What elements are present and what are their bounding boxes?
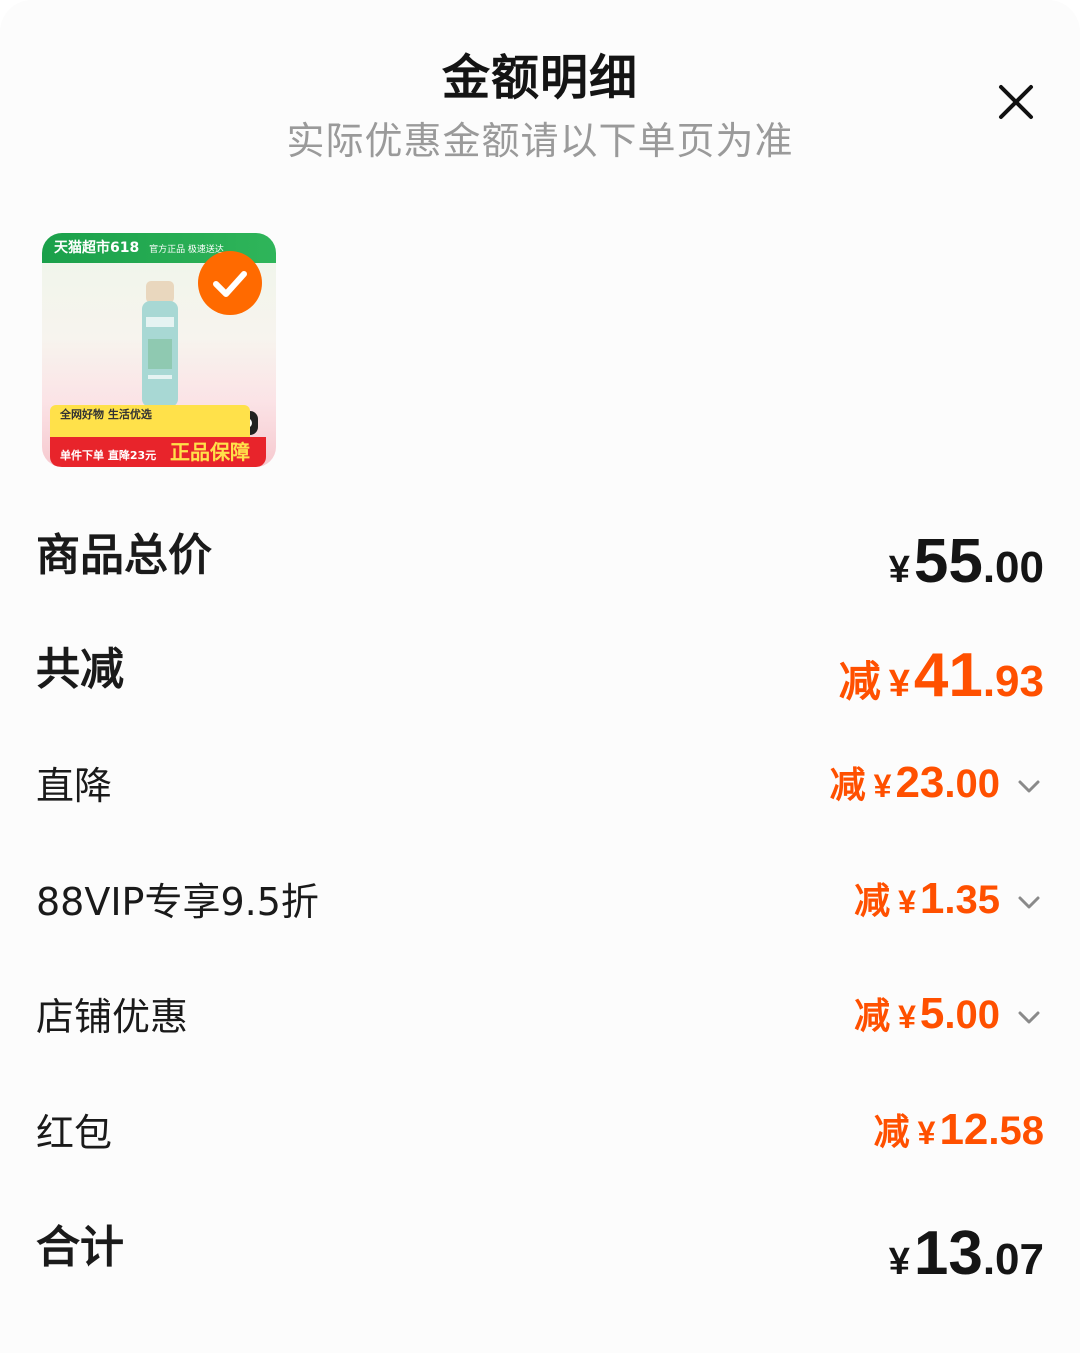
row-store-discount[interactable]: 店铺优惠 减 ¥ 5 .00 bbox=[36, 987, 1044, 1047]
currency-symbol: ¥ bbox=[888, 663, 910, 705]
chevron-down-icon[interactable] bbox=[1014, 887, 1044, 917]
currency-symbol: ¥ bbox=[888, 549, 910, 591]
currency-symbol: ¥ bbox=[898, 999, 916, 1035]
row-label: 红包 bbox=[36, 1111, 113, 1155]
row-amount: ¥ 13 .07 bbox=[889, 1218, 1044, 1288]
amount-integer: 55 bbox=[913, 527, 983, 596]
amount-decimal: .35 bbox=[944, 878, 1000, 922]
row-direct-discount[interactable]: 直降 减 ¥ 23 .00 bbox=[36, 756, 1044, 816]
row-label: 店铺优惠 bbox=[36, 995, 189, 1039]
sheet-title: 金额明细 bbox=[441, 50, 638, 106]
amount-decimal: .00 bbox=[982, 543, 1044, 592]
selected-check-icon bbox=[198, 251, 262, 315]
row-amount: 减 ¥ 12 .58 bbox=[874, 1103, 1044, 1163]
row-total-discount: 共减 减 ¥ 41 .93 bbox=[36, 640, 1044, 710]
amount-integer: 1 bbox=[919, 874, 945, 923]
amount-decimal: .58 bbox=[988, 1109, 1044, 1153]
discount-prefix: 减 bbox=[838, 657, 881, 706]
chevron-down-icon[interactable] bbox=[1014, 771, 1044, 801]
chevron-down-icon[interactable] bbox=[1014, 1002, 1044, 1032]
amount-decimal: .93 bbox=[982, 657, 1044, 706]
promo-line1: 全网好物 生活优选 bbox=[60, 408, 152, 421]
currency-symbol: ¥ bbox=[873, 768, 892, 804]
amount-decimal: .07 bbox=[982, 1235, 1044, 1284]
amount-decimal: .00 bbox=[944, 993, 1000, 1037]
close-icon[interactable] bbox=[992, 78, 1040, 126]
discount-prefix: 减 bbox=[829, 765, 866, 806]
discount-prefix: 减 bbox=[873, 1112, 910, 1153]
promo-red-strip: 单件下单 直降23元 正品保障 bbox=[50, 437, 266, 467]
promo-line2: 单件下单 直降23元 bbox=[60, 449, 157, 462]
amount-integer: 23 bbox=[895, 758, 945, 807]
row-88vip-discount[interactable]: 88VIP专享9.5折 减 ¥ 1 .35 bbox=[36, 872, 1044, 932]
amount-decimal: .00 bbox=[944, 762, 1000, 806]
row-amount: 减 ¥ 5 .00 bbox=[854, 987, 1044, 1047]
row-goods-total: 商品总价 ¥ 55 .00 bbox=[36, 526, 1044, 596]
amount-integer: 5 bbox=[919, 989, 945, 1038]
currency-symbol: ¥ bbox=[898, 884, 916, 920]
row-red-packet: 红包 减 ¥ 12 .58 bbox=[36, 1103, 1044, 1163]
row-amount: 减 ¥ 41 .93 bbox=[839, 640, 1044, 710]
promo-guarantee: 正品保障 bbox=[169, 440, 250, 464]
row-label: 合计 bbox=[36, 1222, 124, 1273]
row-grand-total: 合计 ¥ 13 .07 bbox=[36, 1218, 1044, 1288]
row-label: 直降 bbox=[36, 764, 113, 808]
product-bottle-image bbox=[142, 281, 178, 407]
product-thumbnail[interactable]: 天猫超市618 官方正品 极速送达 全网好物 生活优选 单件下单 直降23元 正… bbox=[42, 233, 276, 467]
row-amount: 减 ¥ 1 .35 bbox=[854, 872, 1044, 932]
currency-symbol: ¥ bbox=[917, 1115, 936, 1151]
row-label: 共减 bbox=[36, 644, 124, 695]
promo-yellow-strip: 全网好物 生活优选 bbox=[50, 405, 250, 437]
discount-prefix: 减 bbox=[854, 881, 891, 922]
amount-integer: 41 bbox=[913, 641, 983, 710]
row-amount: ¥ 55 .00 bbox=[889, 526, 1044, 596]
promo-banner-bottom: 全网好物 生活优选 单件下单 直降23元 正品保障 bbox=[42, 405, 276, 467]
amount-detail-sheet: 金额明细 实际优惠金额请以下单页为准 天猫超市618 官方正品 极速送达 全网好… bbox=[0, 0, 1080, 1353]
currency-symbol: ¥ bbox=[888, 1241, 910, 1283]
amount-integer: 12 bbox=[939, 1105, 989, 1154]
row-amount: 减 ¥ 23 .00 bbox=[830, 756, 1044, 816]
amount-integer: 13 bbox=[913, 1219, 983, 1288]
sheet-subtitle: 实际优惠金额请以下单页为准 bbox=[286, 119, 794, 163]
row-label: 商品总价 bbox=[36, 530, 212, 581]
discount-prefix: 减 bbox=[854, 996, 891, 1037]
row-label: 88VIP专享9.5折 bbox=[36, 880, 319, 924]
promo-brand-label: 天猫超市618 bbox=[54, 240, 140, 256]
